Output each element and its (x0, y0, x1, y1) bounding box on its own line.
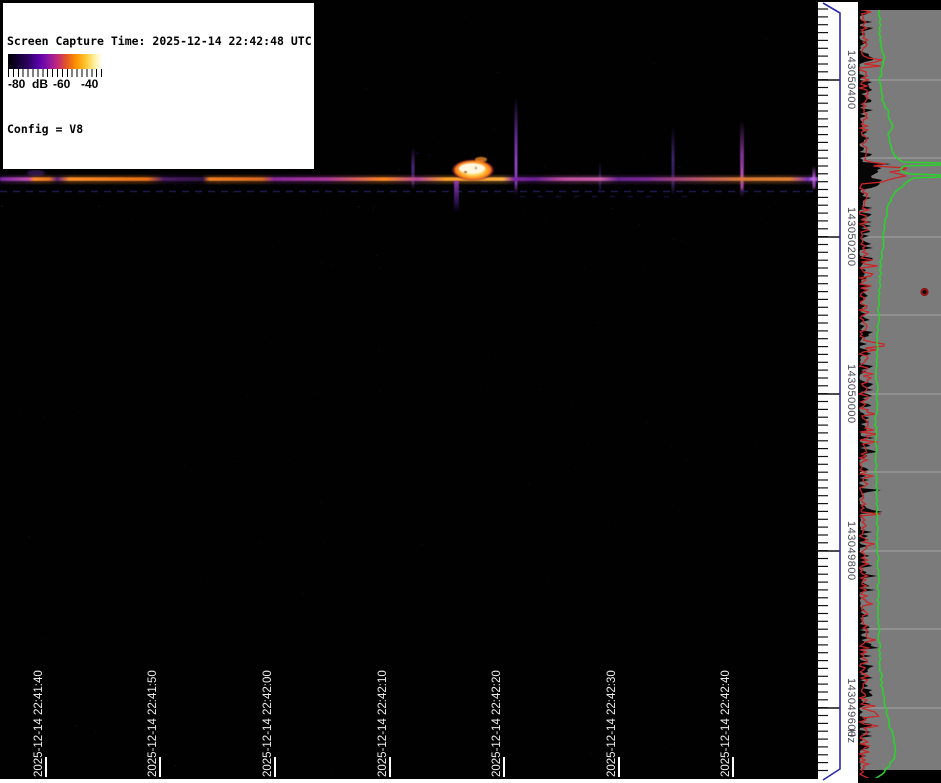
time-label: 2025-12-14 22:42:20 (491, 670, 503, 777)
spectrum-plot (858, 0, 941, 783)
colorbar-label: -80 (8, 77, 25, 91)
capture-time-text: Screen Capture Time: 2025-12-14 22:42:48… (7, 34, 310, 49)
time-tick (274, 757, 276, 777)
colorbar-label: dB (32, 77, 48, 91)
time-tick (618, 757, 620, 777)
frequency-axis: 1430504001430502001430500001430498001430… (818, 0, 858, 783)
frequency-label: 143050400 (845, 50, 857, 110)
frequency-label: 143049800 (845, 521, 857, 581)
time-label: 2025-12-14 22:42:40 (720, 670, 732, 777)
time-axis-baseline (0, 779, 820, 783)
time-label: 2025-12-14 22:42:30 (606, 670, 618, 777)
time-tick (159, 757, 161, 777)
colorbar-gradient (8, 54, 102, 69)
frequency-label: 143050200 (845, 207, 857, 267)
time-label: 2025-12-14 22:42:10 (377, 670, 389, 777)
config-text: Config = V8 (7, 122, 310, 137)
time-label: 2025-12-14 22:42:00 (262, 670, 274, 777)
colorbar-label: -60 (53, 77, 70, 91)
waterfall-display: Screen Capture Time: 2025-12-14 22:42:48… (0, 0, 818, 783)
spectrum-panel (858, 0, 941, 783)
time-tick (732, 757, 734, 777)
time-label: 2025-12-14 22:41:40 (33, 670, 45, 777)
time-tick (389, 757, 391, 777)
colorbar-ticks (8, 69, 102, 77)
frequency-label: 143050000 (845, 364, 857, 424)
frequency-unit-label: Hz (845, 729, 857, 743)
colorbar-legend: -80 dB -60 -40 (5, 52, 105, 93)
time-tick (45, 757, 47, 777)
spectrum-lab-capture: Screen Capture Time: 2025-12-14 22:42:48… (0, 0, 941, 783)
time-label: 2025-12-14 22:41:50 (147, 670, 159, 777)
colorbar-label: -40 (81, 77, 98, 91)
time-tick (503, 757, 505, 777)
